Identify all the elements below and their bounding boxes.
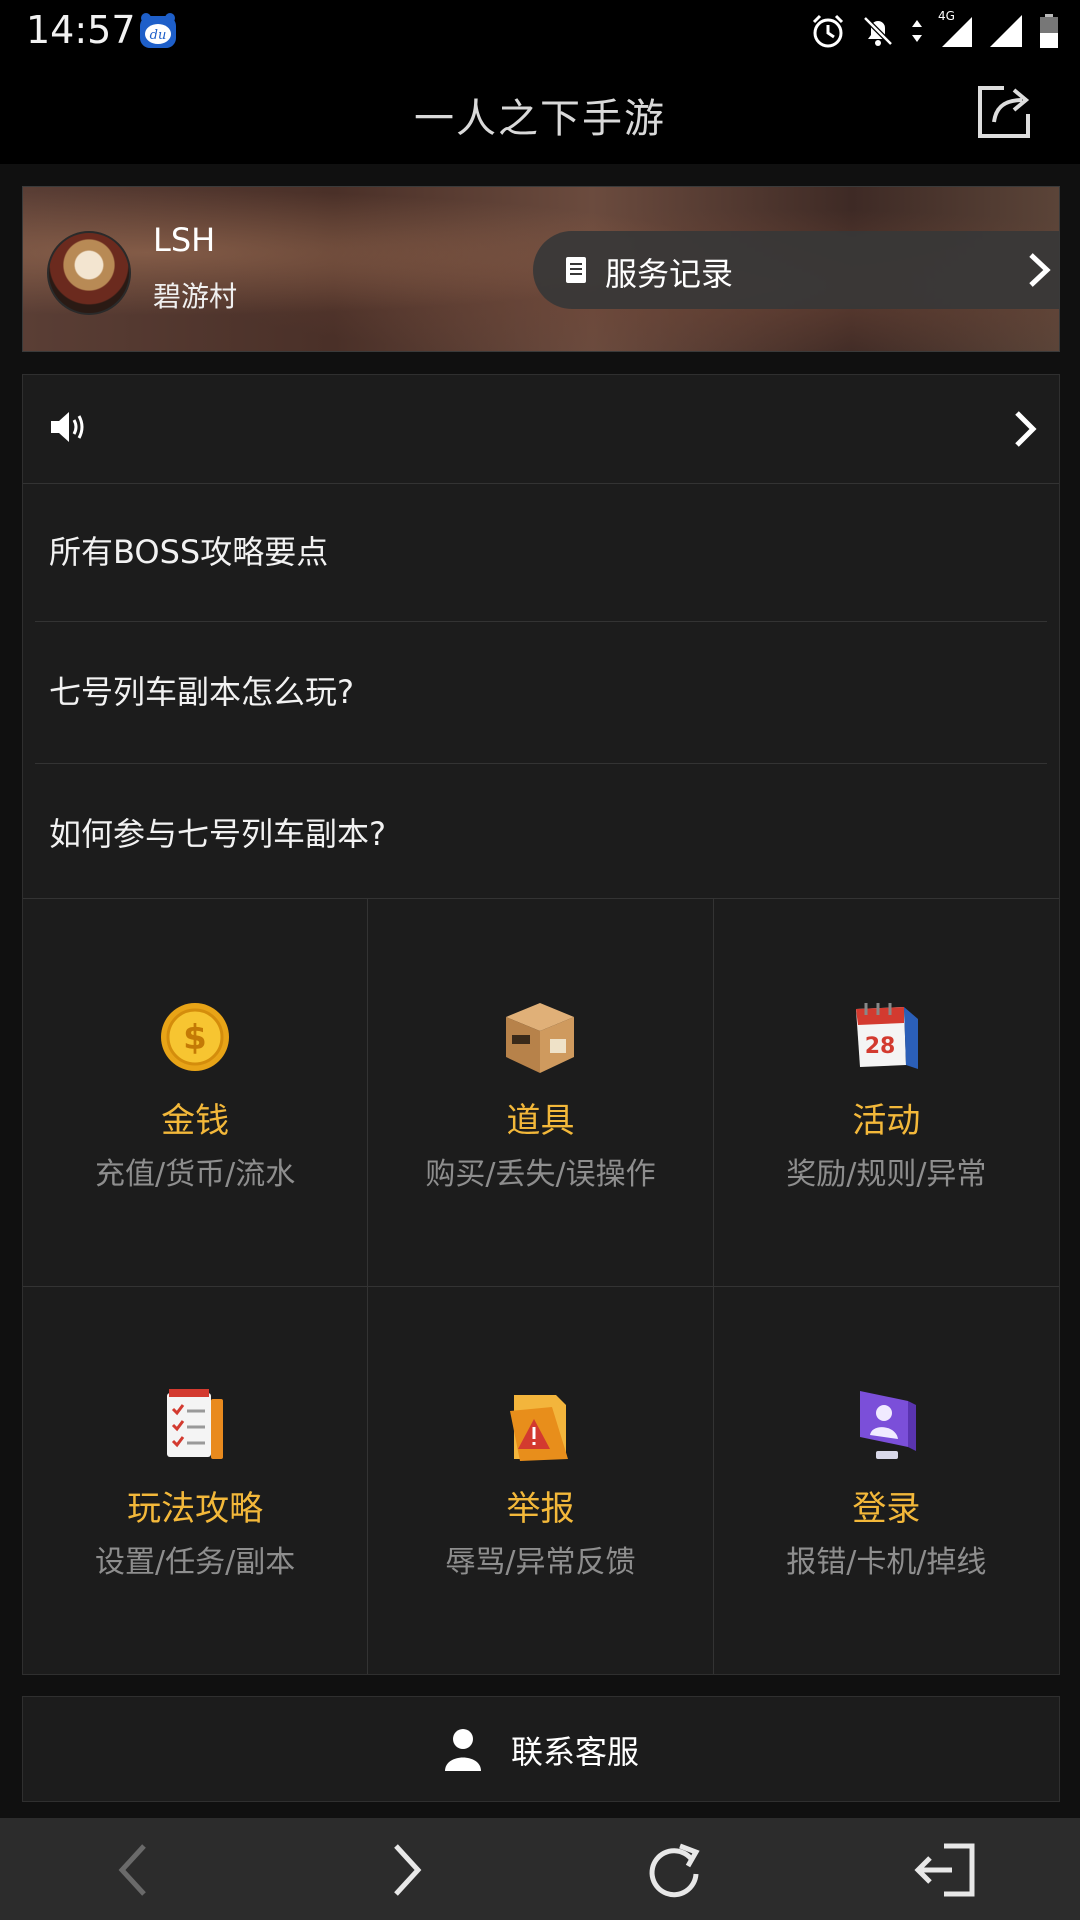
category-subtitle: 充值/货币/流水: [95, 1157, 296, 1192]
category-events[interactable]: 28 活动 奖励/规则/异常: [713, 898, 1059, 1286]
page-title: 一人之下手游: [414, 96, 666, 142]
divider: [35, 763, 1047, 764]
chevron-right-icon: [1029, 253, 1051, 287]
category-subtitle: 辱骂/异常反馈: [445, 1545, 636, 1580]
data-arrows-icon: [912, 20, 922, 42]
battery-icon: [1040, 14, 1058, 48]
contact-support-label: 联系客服: [511, 1733, 640, 1771]
alarm-icon: [812, 14, 844, 48]
category-grid: $ 金钱 充值/货币/流水 道具 购买/丢失/误操作 28 活动 奖励/规则/异…: [22, 898, 1060, 1675]
person-icon: [445, 1729, 481, 1771]
divider: [35, 621, 1047, 622]
svg-text:du: du: [150, 28, 167, 43]
category-login[interactable]: 登录 报错/卡机/掉线: [713, 1286, 1059, 1674]
user-server: 碧游村: [153, 280, 238, 313]
faq-item[interactable]: 如何参与七号列车副本?: [49, 809, 386, 855]
category-report[interactable]: 举报 辱骂/异常反馈: [368, 1286, 714, 1674]
exit-icon[interactable]: [910, 1840, 980, 1900]
category-title: 玩法攻略: [127, 1489, 264, 1529]
category-subtitle: 奖励/规则/异常: [786, 1157, 987, 1192]
category-title: 举报: [506, 1489, 575, 1529]
svg-text:28: 28: [865, 1034, 896, 1059]
category-guides[interactable]: 玩法攻略 设置/任务/副本: [23, 1286, 369, 1674]
status-bar: 14:57 du 4G: [0, 0, 1080, 62]
refresh-icon[interactable]: [640, 1840, 710, 1900]
svg-text:$: $: [183, 1018, 207, 1058]
document-icon: [566, 257, 586, 283]
forward-icon[interactable]: [370, 1840, 440, 1900]
gold-coin-icon: $: [161, 1003, 230, 1071]
bottom-navigation: [0, 1818, 1080, 1920]
calendar-icon: 28: [856, 1003, 919, 1069]
faq-item[interactable]: 所有BOSS攻略要点: [49, 527, 328, 573]
share-icon[interactable]: [974, 82, 1036, 142]
back-icon[interactable]: [100, 1840, 170, 1900]
category-subtitle: 购买/丢失/误操作: [425, 1157, 656, 1192]
category-subtitle: 设置/任务/副本: [95, 1545, 296, 1580]
app-header: 一人之下手游: [0, 62, 1080, 164]
warning-folder-icon: [510, 1395, 569, 1461]
faq-item[interactable]: 七号列车副本怎么玩?: [49, 667, 354, 713]
category-money[interactable]: $ 金钱 充值/货币/流水: [23, 898, 369, 1286]
user-name: LSH: [153, 221, 216, 259]
category-subtitle: 报错/卡机/掉线: [786, 1545, 987, 1580]
category-title: 登录: [852, 1489, 921, 1529]
lte-signal: 4G: [938, 9, 974, 49]
chevron-right-icon: [1015, 411, 1037, 447]
speaker-icon: [51, 412, 84, 442]
category-title: 道具: [506, 1101, 575, 1141]
service-record-label: 服务记录: [605, 255, 734, 293]
category-items[interactable]: 道具 购买/丢失/误操作: [368, 898, 714, 1286]
box-icon: [506, 1003, 575, 1073]
user-banner: LSH 碧游村 服务记录: [22, 186, 1060, 352]
checklist-book-icon: [167, 1389, 224, 1459]
user-monitor-icon: [860, 1391, 917, 1459]
status-icons: 4G: [810, 9, 1060, 52]
service-record-button[interactable]: 服务记录: [533, 231, 1059, 309]
faq-card: 所有BOSS攻略要点 七号列车副本怎么玩? 如何参与七号列车副本?: [22, 374, 1060, 900]
bell-off-icon: [863, 16, 893, 46]
contact-support-button[interactable]: 联系客服: [22, 1696, 1060, 1802]
category-title: 金钱: [161, 1101, 230, 1141]
signal-icon: [990, 15, 1022, 47]
signal-icon: [942, 17, 972, 47]
notice-bar[interactable]: [23, 375, 1059, 484]
category-title: 活动: [852, 1101, 921, 1141]
app-notification-icon: du: [140, 13, 176, 48]
avatar[interactable]: [47, 231, 131, 315]
status-time: 14:57: [26, 8, 136, 52]
